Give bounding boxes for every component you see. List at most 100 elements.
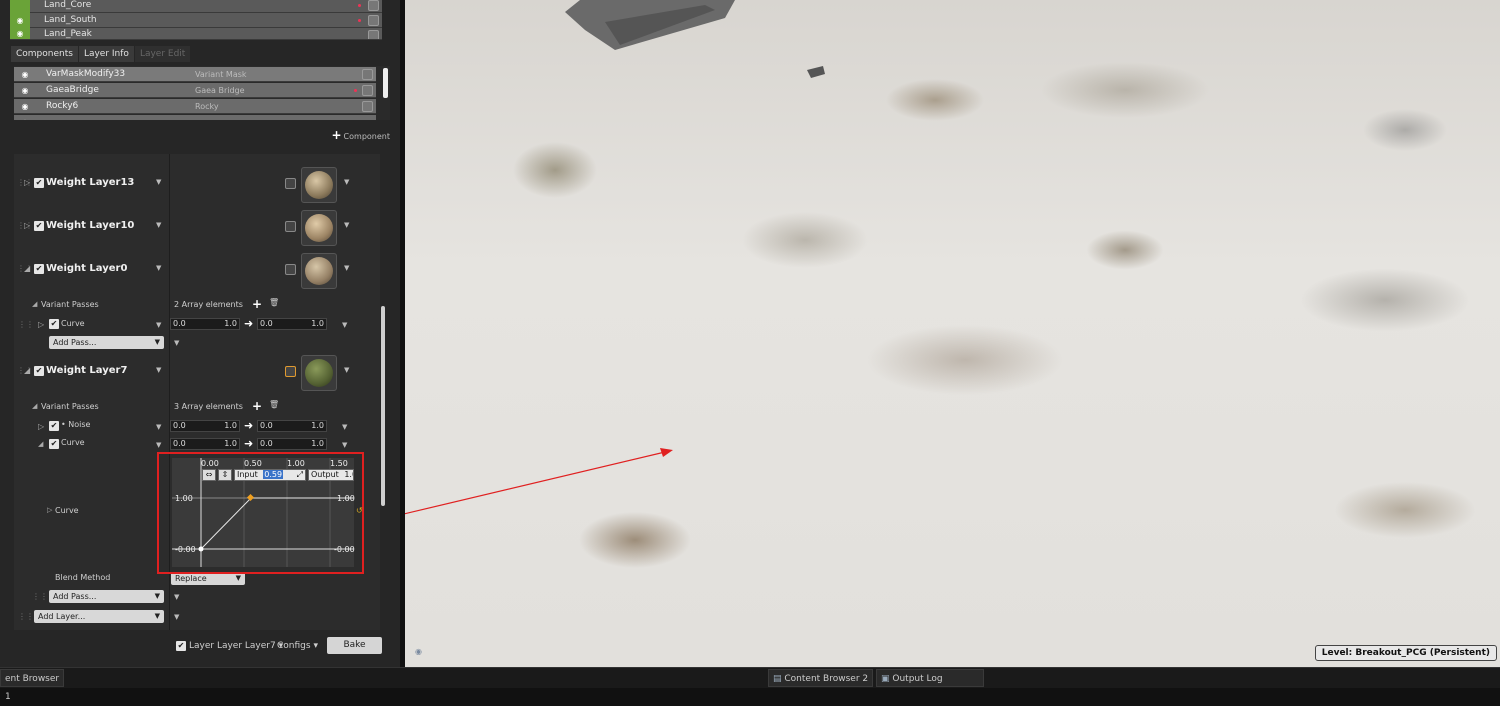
chevron-down-icon[interactable]: ▼ — [174, 613, 179, 621]
fit-vertical-icon[interactable]: ⇕ — [218, 469, 232, 481]
layer-option-icon[interactable] — [368, 30, 379, 39]
range-min-field[interactable]: 0.0 1.0 — [170, 420, 240, 432]
tab-content-browser-1[interactable]: ent Browser 1 — [0, 669, 64, 702]
pass-enabled-checkbox[interactable]: ✔ — [49, 319, 59, 329]
add-element-icon[interactable]: + — [252, 399, 262, 413]
tab-output-log[interactable]: ▣ Output Log — [876, 669, 984, 687]
component-row[interactable]: ◉ VarMaskModify33 Variant Mask — [14, 67, 376, 82]
add-layer-dropdown[interactable]: Add Layer... ▼ — [34, 610, 164, 623]
component-row[interactable]: ◉ Rocky6 Rocky — [14, 99, 376, 114]
fit-horizontal-icon[interactable]: ⇔ — [202, 469, 216, 481]
pass-enabled-checkbox[interactable]: ✔ — [49, 439, 59, 449]
enabled-checkbox[interactable]: ✔ — [34, 264, 44, 274]
collapse-arrow-icon[interactable]: ◢ — [38, 440, 43, 448]
tab-content-browser-2[interactable]: ▤ Content Browser 2 — [768, 669, 873, 687]
material-thumbnail[interactable] — [301, 167, 337, 203]
eye-icon[interactable]: ◉ — [14, 70, 36, 79]
chevron-down-icon[interactable]: ▼ — [156, 441, 161, 449]
tab-components[interactable]: Components — [11, 46, 79, 62]
expand-arrow-icon[interactable]: ▷ — [38, 422, 44, 431]
visibility-icon[interactable] — [10, 0, 30, 13]
add-element-icon[interactable]: + — [252, 297, 262, 311]
eye-icon[interactable]: ◉ — [14, 86, 36, 95]
chevron-down-icon[interactable]: ▼ — [344, 366, 349, 374]
drag-handle-icon[interactable]: ⋮⋮ — [18, 612, 34, 621]
chevron-down-icon[interactable]: ▼ — [156, 366, 161, 374]
layer-row-land-south[interactable]: ◉ Land_South — [10, 12, 382, 28]
layer-option-icon[interactable] — [285, 178, 296, 189]
output-value-field[interactable]: Output 1.0 — [308, 469, 354, 481]
material-thumbnail[interactable] — [301, 355, 337, 391]
enabled-checkbox[interactable]: ✔ — [34, 221, 44, 231]
curve-editor[interactable]: 0.00 0.50 1.00 1.50 1.00 -0.00 1.00 -0.0… — [172, 458, 355, 567]
chevron-down-icon[interactable]: ▼ — [156, 178, 161, 186]
input-value-field[interactable]: Input 0.59 ⤢ — [234, 469, 306, 481]
trash-icon[interactable]: 🗑 — [269, 298, 279, 307]
chevron-down-icon[interactable]: ▼ — [342, 441, 347, 449]
chevron-down-icon[interactable]: ▼ — [174, 593, 179, 601]
chevron-down-icon[interactable]: ▼ — [156, 423, 161, 431]
add-pass-dropdown[interactable]: Add Pass... ▼ — [49, 336, 164, 349]
range-max-field[interactable]: 0.0 1.0 — [257, 438, 327, 450]
eye-icon[interactable]: ◉ — [10, 28, 30, 39]
chevron-down-icon[interactable]: ▼ — [342, 321, 347, 329]
component-option-icon[interactable] — [362, 69, 373, 80]
reset-icon[interactable]: ↺ — [356, 506, 363, 515]
component-row[interactable]: ◉ — [14, 115, 376, 120]
chevron-down-icon[interactable]: ▼ — [156, 264, 161, 272]
layer-option-icon[interactable] — [368, 15, 379, 26]
chevron-down-icon[interactable]: ▼ — [156, 321, 161, 329]
spin-icon[interactable]: ⤢ — [297, 470, 303, 480]
collapse-arrow-icon[interactable]: ◢ — [24, 264, 30, 273]
material-thumbnail[interactable] — [301, 253, 337, 289]
chevron-down-icon[interactable]: ▼ — [344, 264, 349, 272]
expand-arrow-icon[interactable]: ▷ — [47, 506, 52, 514]
enabled-checkbox[interactable]: ✔ — [34, 178, 44, 188]
tab-layer-edit[interactable]: Layer Edit — [134, 46, 192, 62]
component-row[interactable]: ◉ GaeaBridge Gaea Bridge — [14, 83, 376, 98]
chevron-down-icon[interactable]: ▼ — [344, 178, 349, 186]
info-icon[interactable]: ◉ — [415, 647, 422, 656]
level-viewport[interactable]: ◉ Level: Breakout_PCG (Persistent) — [405, 0, 1500, 667]
layer-option-icon[interactable] — [285, 264, 296, 275]
component-option-icon[interactable] — [362, 85, 373, 96]
component-option-icon[interactable] — [362, 101, 373, 112]
tab-layer-info[interactable]: Layer Info — [78, 46, 135, 62]
eye-icon[interactable]: ◉ — [10, 12, 30, 28]
collapse-arrow-icon[interactable]: ◢ — [24, 366, 30, 375]
bake-button[interactable]: Bake — [327, 637, 382, 654]
drag-handle-icon[interactable]: ⋮⋮ — [32, 592, 48, 601]
components-scrollbar[interactable] — [383, 68, 388, 98]
range-min-field[interactable]: 0.0 1.0 — [170, 318, 240, 330]
layer-row-land-peak[interactable]: ◉ Land_Peak — [10, 28, 382, 40]
chevron-down-icon[interactable]: ▼ — [342, 423, 347, 431]
range-max-field[interactable]: 0.0 1.0 — [257, 318, 327, 330]
chevron-down-icon[interactable]: ▼ — [174, 339, 179, 347]
chevron-down-icon[interactable]: ▼ — [344, 221, 349, 229]
expand-arrow-icon[interactable]: ◢ — [32, 402, 37, 410]
chevron-down-icon[interactable]: ▼ — [156, 221, 161, 229]
add-component-button[interactable]: + Component — [331, 128, 390, 142]
configs-dropdown[interactable]: Configs ▾ — [277, 641, 318, 651]
expand-arrow-icon[interactable]: ◢ — [32, 300, 37, 308]
trash-icon[interactable]: 🗑 — [269, 400, 279, 409]
expand-arrow-icon[interactable]: ▷ — [38, 320, 44, 329]
pass-enabled-checkbox[interactable]: ✔ — [49, 421, 59, 431]
details-scrollbar[interactable] — [381, 306, 385, 506]
expand-arrow-icon[interactable]: ▷ — [24, 178, 30, 187]
eye-icon[interactable]: ◉ — [14, 118, 36, 121]
drag-handle-icon[interactable]: ⋮⋮ — [18, 320, 34, 329]
layer-option-icon[interactable] — [285, 221, 296, 232]
layer-option-icon[interactable] — [285, 366, 296, 377]
enabled-checkbox[interactable]: ✔ — [34, 366, 44, 376]
expand-arrow-icon[interactable]: ▷ — [24, 221, 30, 230]
range-min-field[interactable]: 0.0 1.0 — [170, 438, 240, 450]
layer-row-land-core[interactable]: Land_Core — [10, 0, 382, 13]
layer-checkbox[interactable]: ✔ — [176, 641, 186, 651]
range-max-field[interactable]: 0.0 1.0 — [257, 420, 327, 432]
eye-icon[interactable]: ◉ — [14, 102, 36, 111]
layer-option-icon[interactable] — [368, 0, 379, 11]
material-thumbnail[interactable] — [301, 210, 337, 246]
add-pass-dropdown[interactable]: Add Pass... ▼ — [49, 590, 164, 603]
layer-select-label[interactable]: Layer Layer Layer7 ▾ — [189, 641, 283, 651]
